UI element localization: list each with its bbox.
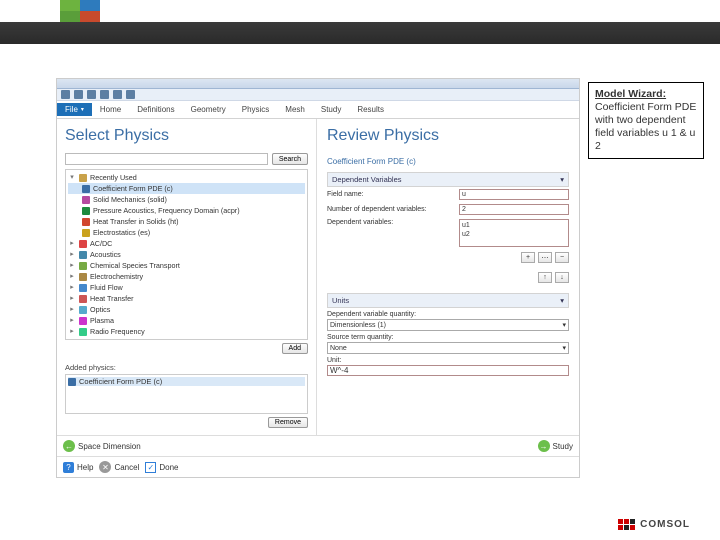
numvar-label: Number of dependent variables:	[327, 206, 427, 213]
tree-branch[interactable]: ▸Optics	[68, 304, 305, 315]
tree-item[interactable]: Electrostatics (es)	[68, 227, 305, 238]
physics-search-input[interactable]	[65, 153, 268, 165]
depvar-list[interactable]: u1 u2	[459, 219, 569, 247]
done-button[interactable]: ✓Done	[145, 462, 178, 473]
annotation-callout: Model Wizard: Coefficient Form PDE with …	[588, 82, 704, 159]
added-physics-list[interactable]: Coefficient Form PDE (c)	[65, 374, 308, 414]
window-titlebar	[57, 79, 579, 89]
slide-topbar	[0, 22, 720, 44]
qat-icon[interactable]	[61, 90, 70, 99]
tree-branch[interactable]: ▸Radio Frequency	[68, 326, 305, 337]
numvar-input[interactable]	[459, 204, 569, 215]
qat-icon[interactable]	[100, 90, 109, 99]
src-term-label: Source term quantity:	[327, 334, 569, 341]
added-physics-label: Added physics:	[65, 363, 308, 372]
brand-logo: COMSOL	[618, 519, 690, 530]
field-name-input[interactable]	[459, 189, 569, 200]
help-button[interactable]: ?Help	[63, 462, 93, 473]
review-physics-title: Review Physics	[327, 127, 569, 145]
tree-item[interactable]: Pressure Acoustics, Frequency Domain (ac…	[68, 205, 305, 216]
ribbon-tab[interactable]: Home	[92, 103, 129, 116]
wizard-footer: ←Space Dimension →Study	[57, 435, 579, 456]
ribbon-tab[interactable]: Results	[349, 103, 392, 116]
app-window: File Home Definitions Geometry Physics M…	[56, 78, 580, 478]
qat-icon[interactable]	[74, 90, 83, 99]
cancel-button[interactable]: ✕Cancel	[99, 461, 139, 473]
tree-recent-label: Recently Used	[90, 172, 137, 183]
qat-icon[interactable]	[126, 90, 135, 99]
move-up-button[interactable]: ↑	[538, 272, 552, 283]
forward-button[interactable]: →Study	[538, 440, 573, 452]
move-down-button[interactable]: ↓	[555, 272, 569, 283]
unit-value: W^-4	[327, 365, 569, 376]
tree-branch[interactable]: ▸Fluid Flow	[68, 282, 305, 293]
depvar-label: Dependent variables:	[327, 219, 393, 226]
edit-var-button[interactable]: ⋯	[538, 252, 552, 263]
ribbon-tabs: File Home Definitions Geometry Physics M…	[57, 101, 579, 119]
slide-deco	[60, 0, 100, 22]
dep-qty-label: Dependent variable quantity:	[327, 311, 569, 318]
remove-var-button[interactable]: −	[555, 252, 569, 263]
file-tab[interactable]: File	[57, 103, 92, 116]
dependent-vars-header[interactable]: Dependent Variables▾	[327, 172, 569, 187]
tree-branch[interactable]: ▸AC/DC	[68, 238, 305, 249]
remove-button[interactable]: Remove	[268, 417, 308, 428]
src-term-dropdown[interactable]: None▾	[327, 342, 569, 354]
add-var-button[interactable]: +	[521, 252, 535, 263]
tree-branch[interactable]: ▸Acoustics	[68, 249, 305, 260]
tree-item[interactable]: Coefficient Form PDE (c)	[68, 183, 305, 194]
ribbon-tab[interactable]: Physics	[234, 103, 278, 116]
units-header[interactable]: Units▾	[327, 293, 569, 308]
select-physics-title: Select Physics	[65, 127, 308, 145]
tree-branch[interactable]: ▸Heat Transfer	[68, 293, 305, 304]
back-button[interactable]: ←Space Dimension	[63, 440, 141, 452]
add-button[interactable]: Add	[282, 343, 308, 354]
brand-text: COMSOL	[640, 519, 690, 530]
tree-branch[interactable]: ▸Chemical Species Transport	[68, 260, 305, 271]
unit-label: Unit:	[327, 357, 569, 364]
physics-subtitle: Coefficient Form PDE (c)	[327, 157, 569, 166]
ribbon-tab[interactable]: Definitions	[129, 103, 182, 116]
ribbon-tab[interactable]: Mesh	[277, 103, 313, 116]
search-button[interactable]: Search	[272, 153, 308, 165]
qat-icon[interactable]	[87, 90, 96, 99]
field-name-label: Field name:	[327, 191, 364, 198]
ribbon-tab[interactable]: Geometry	[183, 103, 234, 116]
tree-item[interactable]: Solid Mechanics (solid)	[68, 194, 305, 205]
annotation-body: Coefficient Form PDE with two dependent …	[595, 101, 696, 152]
tree-branch[interactable]: ▸Structural Mechanics	[68, 337, 305, 340]
quick-access-toolbar	[57, 89, 579, 101]
tree-branch[interactable]: ▸Electrochemistry	[68, 271, 305, 282]
qat-icon[interactable]	[113, 90, 122, 99]
annotation-title: Model Wizard:	[595, 88, 666, 100]
ribbon-tab[interactable]: Study	[313, 103, 349, 116]
tree-item[interactable]: Heat Transfer in Solids (ht)	[68, 216, 305, 227]
dep-qty-dropdown[interactable]: Dimensionless (1)▾	[327, 319, 569, 331]
tree-branch[interactable]: ▸Plasma	[68, 315, 305, 326]
physics-tree[interactable]: ▾Recently Used Coefficient Form PDE (c) …	[65, 169, 308, 340]
